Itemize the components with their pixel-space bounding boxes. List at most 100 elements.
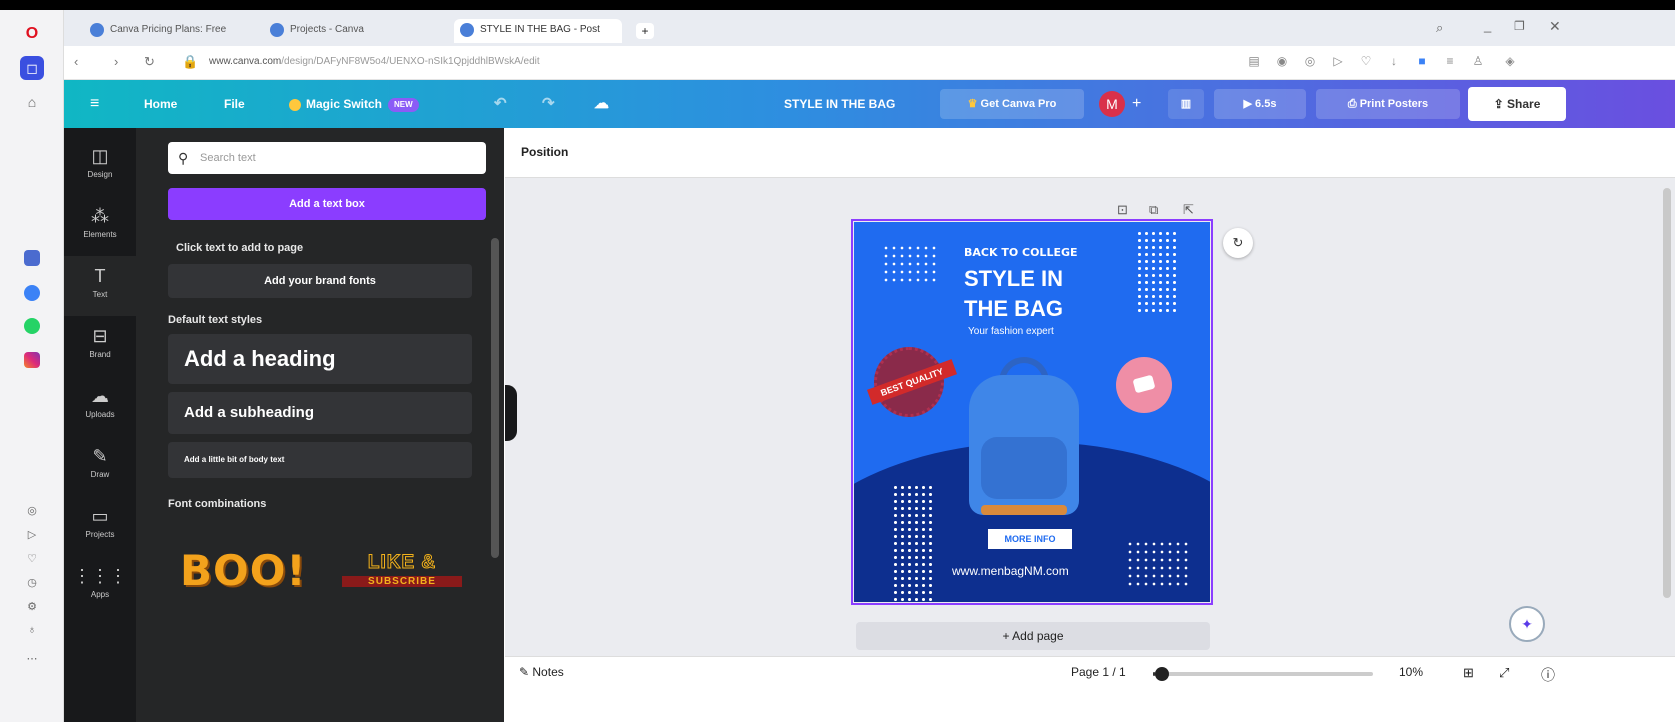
magic-switch-button[interactable]: Magic Switch NEW xyxy=(289,80,419,128)
poster-dots xyxy=(1126,540,1188,588)
history-icon[interactable]: ◷ xyxy=(20,570,44,594)
design-poster[interactable]: BACK TO COLLEGE STYLE IN THE BAG Your fa… xyxy=(851,219,1213,605)
profile-icon[interactable]: ♙ xyxy=(1468,54,1488,72)
search-input[interactable]: ⚲ Search text xyxy=(168,142,486,174)
bookmark-icon[interactable]: ♡ xyxy=(1356,54,1376,72)
workspace-icon[interactable]: ◻ xyxy=(20,56,44,80)
duplicate-page-icon[interactable]: ⧉ xyxy=(1149,202,1158,218)
tab-pricing[interactable]: Canva Pricing Plans: Free xyxy=(84,19,260,43)
home-icon[interactable]: ⌂ xyxy=(20,90,44,114)
restore-icon[interactable]: ❐ xyxy=(1514,19,1525,33)
whatsapp-icon[interactable] xyxy=(24,318,40,334)
minimize-icon[interactable]: _ xyxy=(1484,18,1491,33)
tips-icon[interactable]: ♁ xyxy=(20,618,44,642)
reload-icon[interactable]: ↻ xyxy=(144,54,155,70)
undo-icon[interactable]: ↶ xyxy=(494,80,507,128)
sidebar-item-elements[interactable]: ⁂ Elements xyxy=(64,196,136,256)
print-posters-button[interactable]: ⎙ Print Posters xyxy=(1316,89,1460,119)
font-combinations-heading: Font combinations xyxy=(168,498,267,510)
zoom-level[interactable]: 10% xyxy=(1399,665,1423,679)
position-button[interactable]: Position xyxy=(521,145,568,159)
notes-button[interactable]: ✎ Notes xyxy=(519,665,564,679)
screen: O ◻ ⌂ ◎ ▷ ♡ ◷ ⚙ ♁ ⋯ Canva Pricing Plans:… xyxy=(0,10,1675,722)
avatar[interactable]: M xyxy=(1099,91,1125,117)
sidebar-item-brand[interactable]: ⊟ Brand xyxy=(64,316,136,376)
app-icon[interactable] xyxy=(24,250,40,266)
elements-icon: ⁂ xyxy=(91,206,109,226)
font-combo-like-subscribe[interactable]: LIKE & SUBSCRIBE xyxy=(342,552,462,587)
messenger-icon[interactable] xyxy=(24,285,40,301)
sidebar-item-uploads[interactable]: ☁ Uploads xyxy=(64,376,136,436)
notes-icon: ✎ xyxy=(519,665,533,679)
print-icon: ⎙ xyxy=(1347,98,1360,110)
sidebar-item-projects[interactable]: ▭ Projects xyxy=(64,496,136,556)
panel-scrollbar[interactable] xyxy=(491,238,499,558)
poster-dots xyxy=(1136,230,1176,314)
sidebar-item-draw[interactable]: ✎ Draw xyxy=(64,436,136,496)
rotate-icon[interactable]: ↻ xyxy=(1223,228,1253,258)
reader-icon[interactable]: ▤ xyxy=(1244,54,1264,72)
insights-icon[interactable]: ▥ xyxy=(1168,89,1204,119)
share-button[interactable]: ⇪ Share xyxy=(1468,87,1566,121)
canvas-scrollbar[interactable] xyxy=(1663,188,1671,598)
page-indicator[interactable]: Page 1 / 1 xyxy=(1071,665,1126,679)
more-icon[interactable]: ⋯ xyxy=(20,646,44,670)
cloud-saved-icon[interactable]: ☁ xyxy=(594,80,609,128)
add-people-icon[interactable]: + xyxy=(1132,80,1141,128)
easy-setup-icon[interactable]: ≡ xyxy=(1440,54,1460,72)
add-page-button[interactable]: + Add page xyxy=(856,622,1210,650)
heart-icon[interactable]: ♡ xyxy=(20,546,44,570)
add-subheading-button[interactable]: Add a subheading xyxy=(168,392,472,434)
fullscreen-icon[interactable]: ⤢ xyxy=(1499,665,1509,681)
sidebar-item-text[interactable]: T Text xyxy=(64,256,136,316)
tab-design[interactable]: STYLE IN THE BAG - Post xyxy=(454,19,622,43)
camera-icon[interactable]: ◉ xyxy=(1272,54,1292,72)
present-button[interactable]: ▶ 6.5s xyxy=(1214,89,1306,119)
get-canva-pro-button[interactable]: ♛ Get Canva Pro xyxy=(940,89,1084,119)
forward-icon[interactable]: › xyxy=(114,54,118,69)
draw-icon: ✎ xyxy=(92,446,108,466)
send-icon[interactable]: ▷ xyxy=(20,522,44,546)
instagram-icon[interactable] xyxy=(24,352,40,368)
magic-assistant-icon[interactable]: ✦ xyxy=(1509,606,1545,642)
share-icon: ⇪ xyxy=(1493,97,1508,111)
grid-view-icon[interactable]: ⊞ xyxy=(1463,665,1474,681)
home-button[interactable]: Home xyxy=(144,80,177,128)
add-body-text-button[interactable]: Add a little bit of body text xyxy=(168,442,472,478)
lock-page-icon[interactable]: ⊡ xyxy=(1117,202,1128,218)
search-icon: ⚲ xyxy=(178,150,189,166)
canva-favicon-icon xyxy=(90,23,104,37)
sidebar-item-apps[interactable]: ⋮⋮⋮ Apps xyxy=(64,556,136,616)
back-icon[interactable]: ‹ xyxy=(74,54,78,69)
opera-logo-icon[interactable]: O xyxy=(20,22,44,46)
editor-topbar: ≡ Home File Magic Switch NEW ↶ ↷ ☁ STYLE … xyxy=(64,80,1675,128)
tab-projects[interactable]: Projects - Canva xyxy=(264,19,424,43)
vpn-icon[interactable]: ◎ xyxy=(1300,54,1320,72)
design-title[interactable]: STYLE IN THE BAG xyxy=(784,80,895,128)
new-tab-button[interactable]: + xyxy=(636,23,654,39)
file-menu[interactable]: File xyxy=(224,80,245,128)
lock-icon: 🔒 xyxy=(182,54,199,69)
zoom-slider[interactable] xyxy=(1153,667,1373,681)
flow-icon[interactable]: ▷ xyxy=(1328,54,1348,72)
extension-icon[interactable]: ■ xyxy=(1412,54,1432,72)
redo-icon[interactable]: ↷ xyxy=(542,80,555,128)
font-combo-boo[interactable]: BOO! xyxy=(180,546,307,595)
collapse-panel-handle[interactable] xyxy=(505,385,517,441)
sidebar-item-design[interactable]: ◫ Design xyxy=(64,136,136,196)
poster-kicker: BACK TO COLLEGE xyxy=(964,246,1078,259)
brand-fonts-button[interactable]: Add your brand fonts xyxy=(168,264,472,298)
help-icon[interactable]: ⓘ xyxy=(1541,665,1555,685)
wallet-icon[interactable]: ◈ xyxy=(1500,54,1520,72)
add-heading-button[interactable]: Add a heading xyxy=(168,334,472,384)
add-text-box-button[interactable]: Add a text box xyxy=(168,188,486,220)
close-window-icon[interactable]: ✕ xyxy=(1549,18,1561,35)
settings-icon[interactable]: ⚙ xyxy=(20,594,44,618)
download-icon[interactable]: ↓ xyxy=(1384,54,1404,72)
url-field[interactable]: www.canva.com/design/DAFyNF8W5o4/UENXO-n… xyxy=(209,56,540,67)
add-page-icon[interactable]: ⇱ xyxy=(1183,202,1194,218)
zoom-knob[interactable] xyxy=(1155,667,1170,681)
menu-icon[interactable]: ≡ xyxy=(90,80,99,128)
pinboard-icon[interactable]: ◎ xyxy=(20,498,44,522)
tab-search-icon[interactable]: ⌕ xyxy=(1436,20,1443,36)
